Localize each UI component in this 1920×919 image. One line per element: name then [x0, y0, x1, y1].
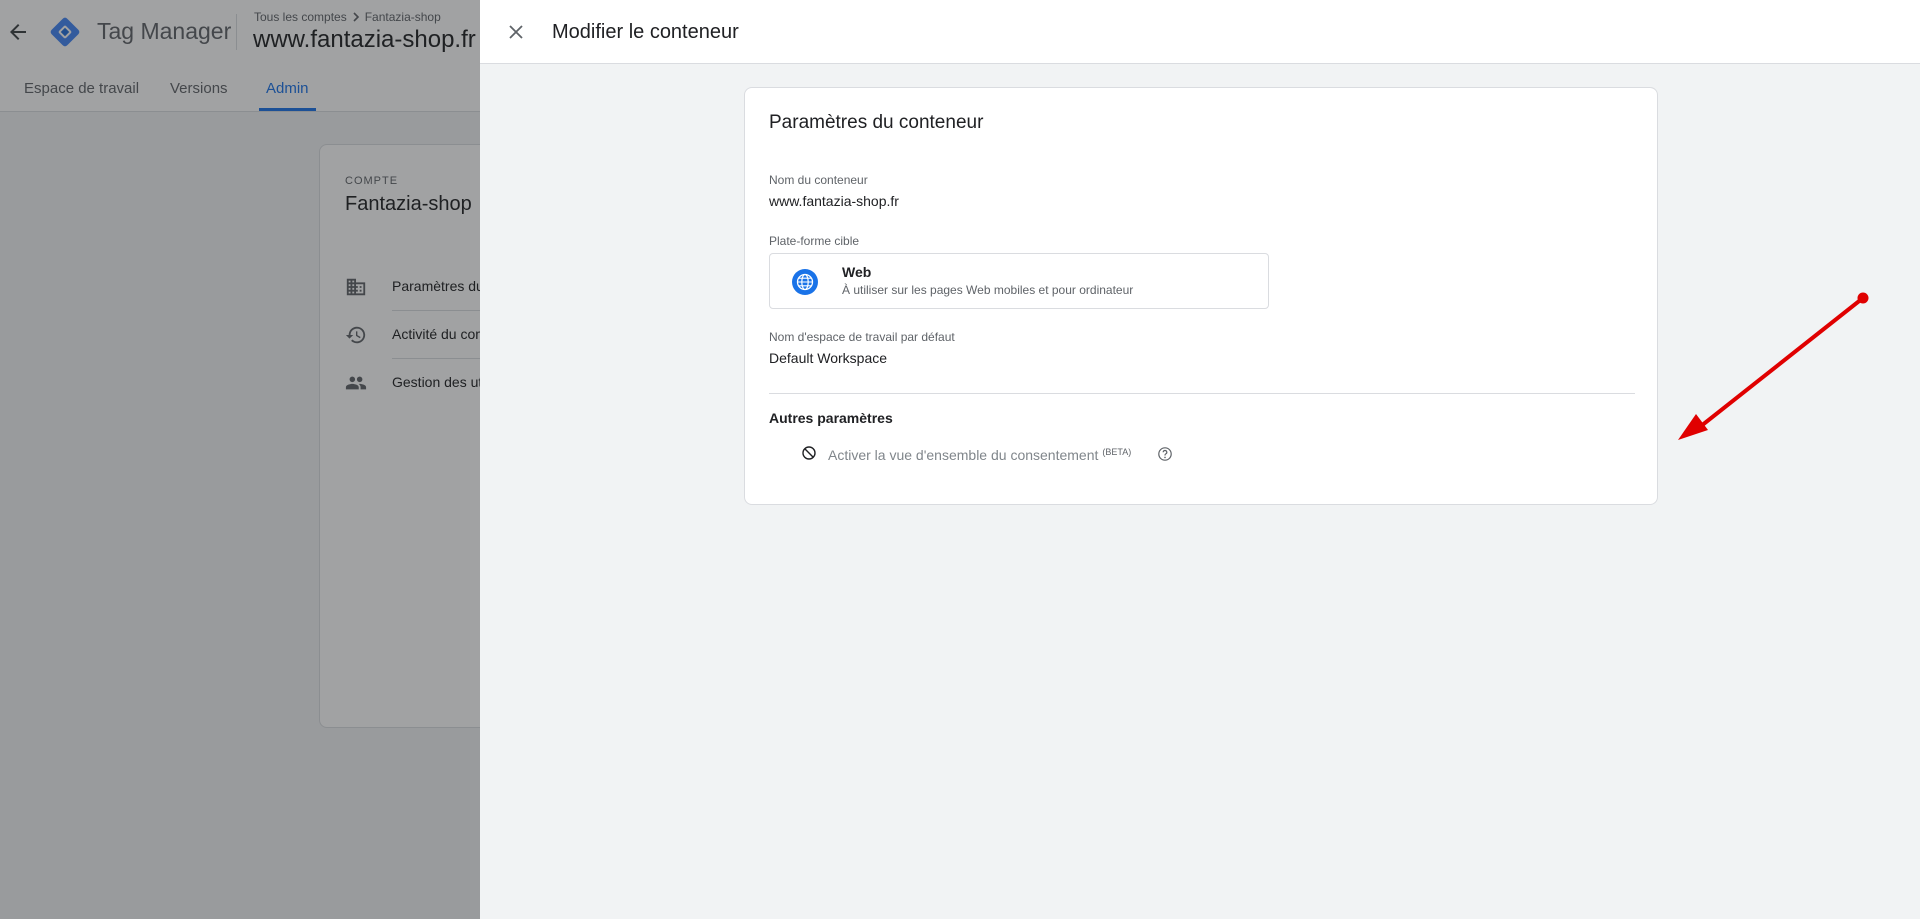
workspace-label: Nom d'espace de travail par défaut: [769, 330, 955, 344]
sheet-title: Modifier le conteneur: [552, 21, 739, 43]
container-name-label: Nom du conteneur: [769, 173, 868, 187]
beta-badge: (BETA): [1102, 447, 1132, 457]
workspace-value: Default Workspace: [769, 350, 888, 366]
section-divider: [769, 393, 1635, 394]
sheet-header: Modifier le conteneur: [480, 0, 1920, 64]
platform-description: À utiliser sur les pages Web mobiles et …: [842, 283, 1134, 297]
consent-overview-option[interactable]: Activer la vue d'ensemble du consentemen…: [801, 443, 1201, 467]
close-icon[interactable]: [502, 18, 530, 46]
help-icon[interactable]: [1157, 446, 1173, 462]
platform-name: Web: [842, 264, 872, 280]
platform-label: Plate-forme cible: [769, 234, 860, 248]
edit-container-sheet: Modifier le conteneur Paramètres du cont…: [480, 0, 1920, 919]
container-name-value: www.fantazia-shop.fr: [769, 193, 899, 209]
consent-overview-text: Activer la vue d'ensemble du consentemen…: [828, 447, 1099, 463]
container-settings-card: Paramètres du conteneur Nom du conteneur…: [744, 87, 1658, 505]
other-settings-title: Autres paramètres: [769, 410, 893, 426]
consent-overview-label: Activer la vue d'ensemble du consentemen…: [828, 447, 1131, 463]
globe-icon: [792, 269, 818, 295]
platform-option-web[interactable]: Web À utiliser sur les pages Web mobiles…: [769, 253, 1269, 309]
annotation-arrow-icon: [1678, 292, 1869, 440]
card-title: Paramètres du conteneur: [769, 112, 984, 133]
modal-scrim[interactable]: [0, 0, 480, 919]
block-icon: [802, 446, 816, 460]
